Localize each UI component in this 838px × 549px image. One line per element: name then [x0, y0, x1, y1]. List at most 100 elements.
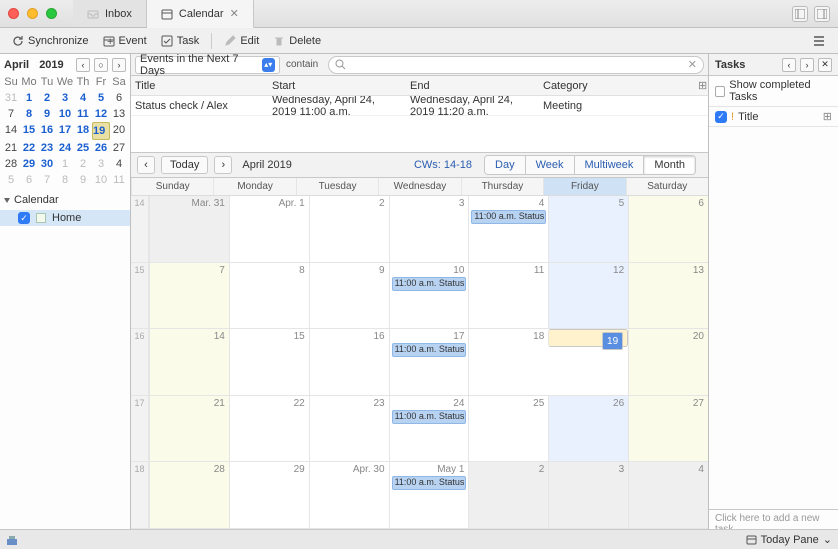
minical-day[interactable]: 21: [2, 140, 20, 156]
synchronize-button[interactable]: Synchronize: [6, 32, 95, 50]
new-task-button[interactable]: Task: [155, 32, 206, 50]
day-cell[interactable]: 6: [628, 196, 708, 262]
app-menu-icon[interactable]: [812, 34, 832, 48]
show-completed-toggle[interactable]: Show completed Tasks: [709, 76, 838, 107]
window-minimize-dot[interactable]: [27, 8, 38, 19]
search-input[interactable]: [350, 59, 684, 70]
filter-scope-select[interactable]: Events in the Next 7 Days ▴▾: [135, 56, 280, 74]
day-cell[interactable]: 2: [309, 196, 389, 262]
view-week[interactable]: Week: [525, 156, 574, 174]
day-cell[interactable]: 16: [309, 329, 389, 395]
minical-next-button[interactable]: ›: [112, 58, 126, 72]
tab-inbox[interactable]: Inbox: [73, 0, 147, 27]
show-completed-checkbox[interactable]: [715, 86, 725, 97]
day-cell[interactable]: 14: [149, 329, 229, 395]
view-month[interactable]: Month: [643, 156, 695, 174]
day-cell[interactable]: 13: [628, 263, 708, 329]
cal-today-button[interactable]: Today: [161, 156, 208, 174]
minical-day[interactable]: 8: [56, 172, 74, 188]
search-field[interactable]: ✕: [328, 56, 704, 74]
calendar-event[interactable]: 11:00 a.m. Status ...: [392, 476, 467, 490]
minical-day[interactable]: 7: [2, 106, 20, 122]
tab-calendar[interactable]: Calendar ✕: [147, 0, 254, 28]
panel-toggle-left-icon[interactable]: [792, 6, 808, 22]
day-cell[interactable]: 9: [309, 263, 389, 329]
minical-day[interactable]: 23: [38, 140, 56, 156]
day-cell[interactable]: 19: [548, 329, 628, 347]
minical-day[interactable]: 2: [74, 156, 92, 172]
minical-day[interactable]: 31: [2, 90, 20, 106]
day-cell[interactable]: 4: [628, 462, 708, 528]
day-cell[interactable]: 2411:00 a.m. Status ...: [389, 396, 469, 462]
new-event-button[interactable]: +Event: [97, 32, 153, 50]
day-cell[interactable]: 1711:00 a.m. Status ...: [389, 329, 469, 395]
minical-day[interactable]: 24: [56, 140, 74, 156]
day-cell[interactable]: 27: [628, 396, 708, 462]
minical-day[interactable]: 4: [110, 156, 128, 172]
day-cell[interactable]: 18: [468, 329, 548, 395]
day-cell[interactable]: 8: [229, 263, 309, 329]
minical-day[interactable]: 7: [38, 172, 56, 188]
minical-day[interactable]: 20: [110, 122, 128, 140]
day-cell[interactable]: May 111:00 a.m. Status ...: [389, 462, 469, 528]
day-cell[interactable]: Apr. 1: [229, 196, 309, 262]
minical-day[interactable]: 6: [110, 90, 128, 106]
day-cell[interactable]: Apr. 30: [309, 462, 389, 528]
day-cell[interactable]: 23: [309, 396, 389, 462]
minical-day[interactable]: 19: [92, 122, 110, 140]
minical-day[interactable]: 6: [20, 172, 38, 188]
tasks-prev-button[interactable]: ‹: [782, 58, 796, 72]
add-task-input[interactable]: Click here to add a new task: [709, 509, 838, 529]
minical-day[interactable]: 18: [74, 122, 92, 140]
calendar-event[interactable]: 11:00 a.m. Status ...: [392, 277, 467, 291]
minical-day[interactable]: 3: [56, 90, 74, 106]
mini-calendar[interactable]: SuMoTuWeThFrSa31123456789101112131415161…: [0, 74, 130, 188]
minical-day[interactable]: 3: [92, 156, 110, 172]
minical-day[interactable]: 12: [92, 106, 110, 122]
day-cell[interactable]: 12: [548, 263, 628, 329]
clear-search-icon[interactable]: ✕: [688, 58, 697, 71]
day-cell[interactable]: 7: [149, 263, 229, 329]
view-day[interactable]: Day: [485, 156, 525, 174]
day-cell[interactable]: 3: [389, 196, 469, 262]
day-cell[interactable]: 26: [548, 396, 628, 462]
window-zoom-dot[interactable]: [46, 8, 57, 19]
calendar-item-home[interactable]: ✓ Home: [0, 210, 130, 226]
col-category[interactable]: Category: [539, 80, 694, 92]
minical-day[interactable]: 15: [20, 122, 38, 140]
cal-next-button[interactable]: ›: [214, 156, 232, 174]
minical-day[interactable]: 10: [92, 172, 110, 188]
minical-day[interactable]: 5: [92, 90, 110, 106]
view-multiweek[interactable]: Multiweek: [574, 156, 644, 174]
calendars-section-header[interactable]: Calendar: [0, 188, 130, 210]
day-cell[interactable]: Mar. 31: [149, 196, 229, 262]
minical-day[interactable]: 25: [74, 140, 92, 156]
minical-day[interactable]: 11: [74, 106, 92, 122]
col-start[interactable]: Start: [268, 80, 406, 92]
today-pane-toggle[interactable]: Today Pane ⌄: [746, 533, 832, 546]
minical-day[interactable]: 29: [20, 156, 38, 172]
minical-day[interactable]: 2: [38, 90, 56, 106]
day-cell[interactable]: 15: [229, 329, 309, 395]
filter-operator-select[interactable]: contain: [280, 59, 324, 70]
minical-day[interactable]: 5: [2, 172, 20, 188]
day-cell[interactable]: 28: [149, 462, 229, 528]
day-cell[interactable]: 22: [229, 396, 309, 462]
tasks-next-button[interactable]: ›: [800, 58, 814, 72]
day-cell[interactable]: 2: [468, 462, 548, 528]
minical-day[interactable]: 16: [38, 122, 56, 140]
minical-day[interactable]: 30: [38, 156, 56, 172]
day-cell[interactable]: 20: [628, 329, 708, 395]
calendar-event[interactable]: 11:00 a.m. Status ...: [471, 210, 546, 224]
window-close-dot[interactable]: [8, 8, 19, 19]
day-cell[interactable]: 5: [548, 196, 628, 262]
minical-prev-button[interactable]: ‹: [76, 58, 90, 72]
calendar-event[interactable]: 11:00 a.m. Status ...: [392, 343, 467, 357]
minical-day[interactable]: 22: [20, 140, 38, 156]
minical-day[interactable]: 11: [110, 172, 128, 188]
day-cell[interactable]: 21: [149, 396, 229, 462]
day-cell[interactable]: 411:00 a.m. Status ...: [468, 196, 548, 262]
minical-day[interactable]: 9: [74, 172, 92, 188]
minical-day[interactable]: 1: [20, 90, 38, 106]
tasks-column-config-icon[interactable]: ⊞: [823, 110, 832, 123]
